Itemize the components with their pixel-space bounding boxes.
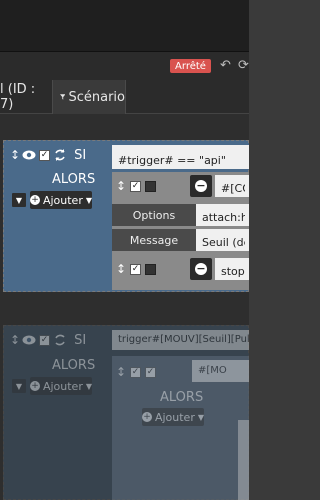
- drag-handle-icon[interactable]: ↕: [116, 365, 126, 379]
- tab-scenario[interactable]: Scénario: [52, 80, 126, 114]
- scenario-toolbar: [0, 52, 249, 80]
- action-row: ↕ ✓: [112, 257, 157, 281]
- enable-checkbox[interactable]: ✓: [130, 366, 142, 378]
- add-button[interactable]: + Ajouter ▼: [30, 191, 92, 209]
- chevron-down-icon: ▼: [85, 381, 92, 391]
- sync-icon[interactable]: [54, 334, 66, 346]
- nested-if-controls: ↕ ✓ ✓: [112, 360, 157, 384]
- add-button-label: Ajouter: [42, 193, 83, 207]
- message-input[interactable]: [196, 229, 249, 251]
- if-block-controls: ↕ ✓ SI: [10, 331, 86, 349]
- nested-then-label: ALORS: [160, 390, 204, 405]
- filter-icon: [60, 94, 66, 100]
- tab-general-label: l (ID : 7): [0, 82, 36, 112]
- remove-action-button[interactable]: −: [190, 258, 212, 280]
- sync-icon[interactable]: [54, 149, 66, 161]
- nested-sidebar: [238, 420, 249, 500]
- remove-action-button[interactable]: −: [190, 175, 212, 197]
- action-enable-checkbox[interactable]: ✓: [130, 180, 142, 192]
- status-badge: Arrêté: [170, 59, 211, 73]
- if-block-controls: ↕ ✓ SI: [10, 146, 86, 164]
- plus-circle-icon: +: [30, 194, 40, 205]
- drag-handle-icon[interactable]: ↕: [10, 148, 20, 162]
- drag-handle-icon[interactable]: ↕: [116, 179, 126, 193]
- refresh-icon[interactable]: ⟳: [238, 58, 249, 73]
- condition-input[interactable]: [112, 145, 249, 169]
- chevron-down-icon: ▼: [197, 412, 204, 422]
- then-label: ALORS: [52, 358, 96, 373]
- plus-circle-icon: +: [30, 380, 40, 391]
- action-parallel-checkbox[interactable]: [145, 263, 157, 275]
- action-parallel-checkbox[interactable]: [145, 180, 157, 192]
- enable-checkbox[interactable]: ✓: [39, 334, 51, 346]
- nested-input[interactable]: #[MO: [192, 360, 249, 382]
- action-command-input[interactable]: [215, 175, 249, 197]
- action-command-input[interactable]: [215, 258, 249, 280]
- undo-icon[interactable]: ↶: [220, 58, 231, 73]
- add-button[interactable]: + Ajouter ▼: [30, 377, 92, 395]
- action-enable-checkbox[interactable]: ✓: [130, 263, 142, 275]
- eye-icon[interactable]: [22, 149, 36, 161]
- enable-checkbox[interactable]: ✓: [39, 149, 51, 161]
- options-input[interactable]: [196, 204, 249, 226]
- drag-handle-icon[interactable]: ↕: [10, 333, 20, 347]
- if-label: SI: [74, 147, 87, 163]
- tab-scenario-label: Scénario: [68, 89, 125, 105]
- options-label: Options: [112, 204, 196, 226]
- plus-circle-icon: +: [142, 411, 152, 422]
- nested-add-button[interactable]: + Ajouter ▼: [142, 408, 204, 426]
- add-button-label: Ajouter: [42, 379, 83, 393]
- then-label: ALORS: [52, 172, 96, 187]
- enable-checkbox[interactable]: ✓: [145, 366, 157, 378]
- minus-icon: −: [195, 262, 207, 275]
- tab-general[interactable]: l (ID : 7): [0, 80, 50, 114]
- minus-icon: −: [195, 179, 207, 192]
- if-label: SI: [74, 332, 87, 348]
- add-button-label: Ajouter: [154, 410, 195, 424]
- top-navbar: [0, 0, 249, 52]
- message-label: Message: [112, 229, 196, 251]
- condition-input[interactable]: trigger#[MOUV][Seuil][Pulss: [112, 330, 249, 350]
- block-options-dropdown[interactable]: ▼: [12, 379, 26, 393]
- chevron-down-icon: ▼: [85, 195, 92, 205]
- action-row: ↕ ✓: [112, 174, 157, 198]
- eye-icon[interactable]: [22, 334, 36, 346]
- block-options-dropdown[interactable]: ▼: [12, 193, 26, 207]
- drag-handle-icon[interactable]: ↕: [116, 262, 126, 276]
